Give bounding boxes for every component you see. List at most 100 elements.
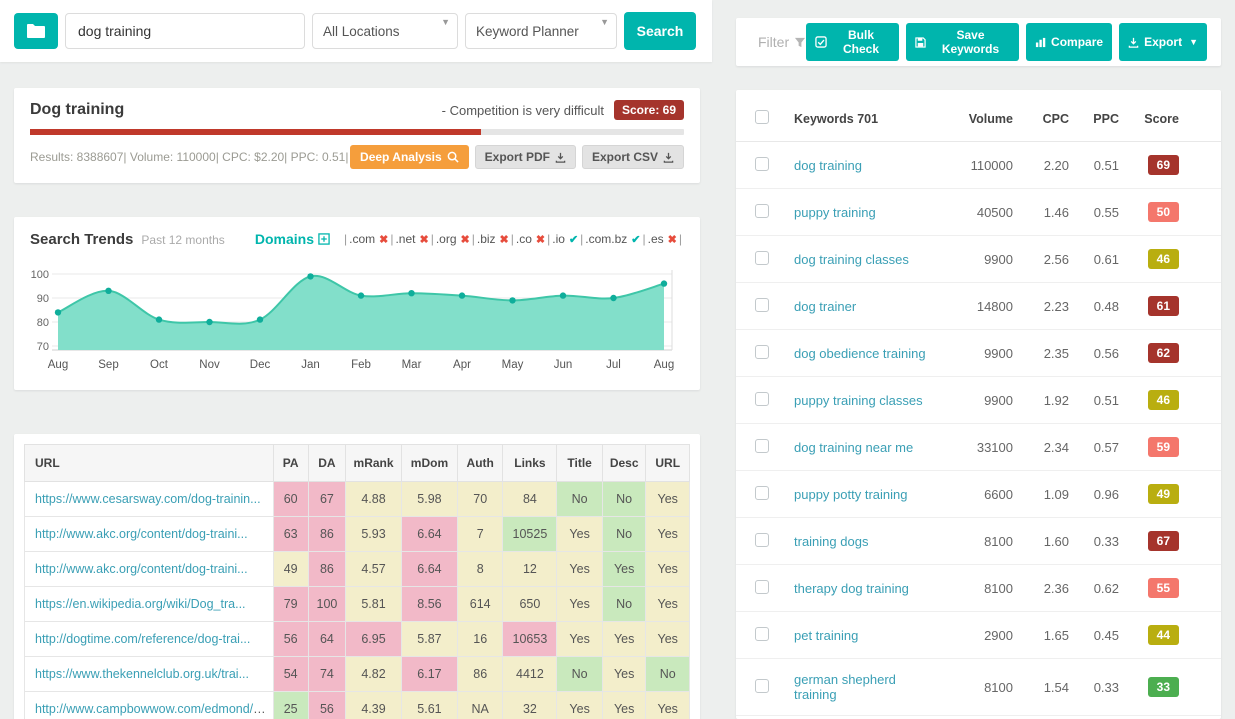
metric-cell: No — [601, 586, 647, 622]
url-cell: https://www.thekennelclub.org.uk/trai... — [24, 656, 274, 692]
url-table-row: https://www.thekennelclub.org.uk/trai...… — [24, 656, 690, 692]
svg-text:70: 70 — [37, 341, 49, 353]
keyword-link[interactable]: german shepherd training — [794, 672, 896, 702]
url-link[interactable]: http://www.akc.org/content/dog-traini... — [35, 527, 248, 541]
metric-cell: 4.57 — [345, 551, 402, 587]
keyword-stats: Results: 8388607| Volume: 110000| CPC: $… — [30, 150, 349, 164]
score-badge: 69 — [1147, 155, 1179, 175]
metric-cell: 6.95 — [345, 621, 402, 657]
domain-toggle[interactable]: .com.bz ✔ — [585, 232, 640, 246]
row-checkbox[interactable] — [755, 156, 769, 171]
metric-cell: Yes — [601, 621, 647, 657]
row-checkbox[interactable] — [755, 250, 769, 265]
search-button[interactable]: Search — [624, 12, 696, 50]
metric-cell: 6.17 — [401, 656, 458, 692]
domain-toggle[interactable]: .es ✖ — [648, 232, 677, 246]
url-link[interactable]: https://en.wikipedia.org/wiki/Dog_tra... — [35, 597, 246, 611]
url-link[interactable]: http://dogtime.com/reference/dog-trai... — [35, 632, 250, 646]
metric-cell: 56 — [307, 691, 347, 719]
url-table-header: mRank — [345, 444, 402, 482]
keyword-link[interactable]: puppy training — [794, 205, 876, 220]
location-select[interactable]: All Locations ▼ — [312, 13, 458, 49]
row-checkbox[interactable] — [755, 391, 769, 406]
row-checkbox[interactable] — [755, 344, 769, 359]
keyword-link[interactable]: training dogs — [794, 534, 868, 549]
url-link[interactable]: http://www.campbowwow.com/edmond/serv... — [35, 702, 272, 716]
keyword-link[interactable]: therapy dog training — [794, 581, 909, 596]
domain-toggle[interactable]: .io ✔ — [552, 232, 578, 246]
export-pdf-button[interactable]: Export PDF — [474, 145, 576, 169]
export-csv-button[interactable]: Export CSV — [581, 145, 684, 169]
x-icon: ✖ — [535, 234, 546, 246]
chart-point — [458, 292, 466, 299]
url-link[interactable]: https://www.cesarsway.com/dog-trainin... — [35, 492, 261, 506]
keyword-link[interactable]: puppy potty training — [794, 487, 907, 502]
select-all-checkbox[interactable] — [755, 110, 769, 124]
domain-toggle[interactable]: .net ✖ — [395, 232, 428, 246]
domain-tld: .com.bz — [585, 232, 628, 246]
metric-cell: Yes — [556, 621, 603, 657]
metric-cell: 86 — [307, 516, 347, 552]
domain-toggle[interactable]: .org ✖ — [436, 232, 470, 246]
url-link[interactable]: http://www.akc.org/content/dog-traini... — [35, 562, 248, 576]
cpc-cell: 1.09 — [1019, 470, 1075, 518]
deep-analysis-button[interactable]: Deep Analysis — [350, 145, 469, 169]
metric-cell: 10525 — [502, 516, 558, 552]
metric-cell: Yes — [556, 586, 603, 622]
domain-toggle[interactable]: .com ✖ — [349, 232, 388, 246]
url-table-row: http://www.campbowwow.com/edmond/serv...… — [24, 691, 690, 719]
row-checkbox[interactable] — [755, 579, 769, 594]
row-checkbox[interactable] — [755, 678, 769, 693]
score-cell: 61 — [1125, 282, 1221, 330]
save-keywords-button[interactable]: Save Keywords — [905, 23, 1020, 61]
url-link[interactable]: https://www.thekennelclub.org.uk/trai... — [35, 667, 249, 681]
keyword-link[interactable]: dog training classes — [794, 252, 909, 267]
domain-list: | .com ✖ | .net ✖ | .org ✖ | .biz ✖ | .co ✖ | .io ✔ | .com.… — [342, 232, 684, 246]
domain-separator: | — [547, 232, 551, 246]
row-checkbox[interactable] — [755, 485, 769, 500]
folder-icon — [26, 23, 46, 39]
domain-toggle[interactable]: .biz ✖ — [477, 232, 509, 246]
keyword-row: dog school44001.810.3441 — [736, 715, 1221, 719]
keyword-search-input[interactable] — [65, 13, 305, 49]
chart-x-label: Jun — [554, 359, 573, 371]
projects-folder-button[interactable] — [14, 13, 58, 49]
score-cell: 62 — [1125, 329, 1221, 377]
keyword-link[interactable]: dog obedience training — [794, 346, 926, 361]
domains-toggle[interactable]: Domains — [255, 231, 330, 247]
compare-button[interactable]: Compare — [1026, 23, 1113, 61]
score-badge: 62 — [1147, 343, 1179, 363]
row-checkbox[interactable] — [755, 438, 769, 453]
metric-cell: 6.64 — [401, 551, 458, 587]
checkbox-cell — [736, 141, 788, 189]
metric-cell: 5.61 — [401, 691, 458, 719]
row-checkbox[interactable] — [755, 297, 769, 312]
row-checkbox[interactable] — [755, 203, 769, 218]
export-button[interactable]: Export ▼ — [1119, 23, 1207, 61]
url-table-header: URL — [24, 444, 274, 482]
metric-cell: Yes — [645, 551, 690, 587]
volume-cell: 4400 — [941, 715, 1019, 719]
filter-toggle[interactable]: Filter — [758, 34, 806, 50]
chart-point — [256, 316, 264, 323]
overview-footer: Results: 8388607| Volume: 110000| CPC: $… — [30, 145, 684, 169]
bulk-check-button[interactable]: Bulk Check — [806, 23, 899, 61]
keyword-link[interactable]: dog training near me — [794, 440, 913, 455]
checkbox-cell — [736, 517, 788, 565]
domain-tld: .co — [515, 232, 532, 246]
keyword-link[interactable]: dog trainer — [794, 299, 856, 314]
metric-cell: Yes — [601, 691, 647, 719]
domain-separator: | — [390, 232, 394, 246]
svg-text:90: 90 — [37, 293, 49, 305]
keyword-link[interactable]: pet training — [794, 628, 858, 643]
volume-cell: 14800 — [941, 282, 1019, 330]
tool-select[interactable]: Keyword Planner ▼ — [465, 13, 617, 49]
keyword-link[interactable]: dog training — [794, 158, 862, 173]
domain-toggle[interactable]: .co ✖ — [516, 232, 545, 246]
row-checkbox[interactable] — [755, 532, 769, 547]
chart-x-label: Sep — [98, 359, 118, 371]
metric-cell: Yes — [645, 586, 690, 622]
keyword-link[interactable]: puppy training classes — [794, 393, 923, 408]
row-checkbox[interactable] — [755, 626, 769, 641]
score-badge: 59 — [1147, 437, 1179, 457]
